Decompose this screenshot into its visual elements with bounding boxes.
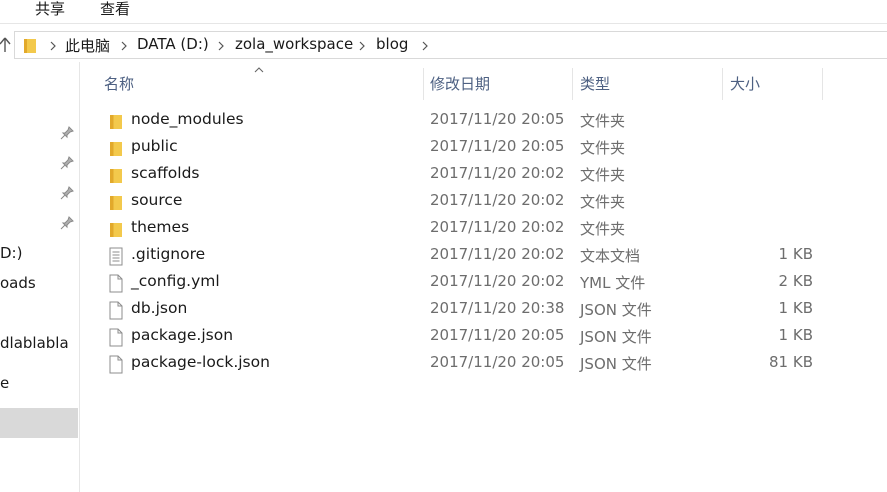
folder-icon	[108, 112, 124, 131]
chevron-right-icon[interactable]	[357, 41, 367, 51]
file-modified-date: 2017/11/20 20:02	[430, 272, 565, 290]
file-type: 文件夹	[580, 166, 626, 184]
file-name: package.json	[131, 326, 234, 344]
file-name: _config.yml	[131, 272, 220, 290]
file-row[interactable]: public 2017/11/20 20:05 文件夹	[100, 135, 820, 162]
nav-item-data-drive[interactable]: D:)	[0, 244, 22, 262]
file-row[interactable]: node_modules 2017/11/20 20:05 文件夹	[100, 108, 820, 135]
file-modified-date: 2017/11/20 20:05	[430, 110, 565, 128]
file-type: JSON 文件	[580, 328, 652, 346]
column-divider[interactable]	[423, 68, 424, 100]
folder-icon	[108, 139, 124, 158]
file-modified-date: 2017/11/20 20:05	[430, 353, 565, 371]
sort-ascending-icon[interactable]	[254, 66, 264, 73]
breadcrumb-blog[interactable]: blog	[376, 35, 408, 53]
pin-icon[interactable]	[60, 126, 74, 140]
column-header-type[interactable]: 类型	[580, 73, 610, 94]
file-row[interactable]: themes 2017/11/20 20:02 文件夹	[100, 216, 820, 243]
column-header-size[interactable]: 大小	[730, 73, 760, 94]
chevron-right-icon[interactable]	[48, 41, 58, 51]
pin-icon[interactable]	[60, 216, 74, 230]
column-header-name[interactable]: 名称	[104, 73, 134, 94]
nav-item-dlablabla[interactable]: dlablabla	[0, 334, 69, 352]
file-type: JSON 文件	[580, 355, 652, 373]
chevron-right-icon[interactable]	[216, 41, 226, 51]
file-size: 1 KB	[778, 299, 813, 317]
chevron-right-icon[interactable]	[420, 41, 430, 51]
tab-share[interactable]: 共享	[35, 0, 65, 19]
breadcrumb-data-drive[interactable]: DATA (D:)	[137, 35, 209, 53]
file-modified-date: 2017/11/20 20:02	[430, 191, 565, 209]
file-name: node_modules	[131, 110, 244, 128]
column-divider[interactable]	[822, 68, 823, 100]
folder-icon	[108, 166, 124, 185]
file-row[interactable]: _config.yml 2017/11/20 20:02 YML 文件 2 KB	[100, 270, 820, 297]
nav-item-downloads[interactable]: oads	[0, 274, 36, 292]
up-arrow-icon[interactable]	[0, 34, 12, 56]
file-name: public	[131, 137, 178, 155]
file-size: 1 KB	[778, 245, 813, 263]
file-icon	[108, 274, 124, 293]
tab-view[interactable]: 查看	[100, 0, 130, 19]
ribbon-tabs: 共享 查看	[0, 0, 887, 24]
file-icon	[108, 355, 124, 374]
file-row[interactable]: source 2017/11/20 20:02 文件夹	[100, 189, 820, 216]
file-modified-date: 2017/11/20 20:02	[430, 164, 565, 182]
file-modified-date: 2017/11/20 20:05	[430, 326, 565, 344]
column-divider[interactable]	[722, 68, 723, 100]
file-size: 1 KB	[778, 326, 813, 344]
file-type: 文件夹	[580, 220, 626, 238]
file-modified-date: 2017/11/20 20:02	[430, 245, 565, 263]
file-icon	[108, 328, 124, 347]
address-bar[interactable]: 此电脑 DATA (D:) zola_workspace blog	[14, 31, 887, 59]
nav-item-selected[interactable]	[0, 408, 78, 438]
file-type: 文件夹	[580, 139, 626, 157]
file-size: 2 KB	[778, 272, 813, 290]
pin-icon[interactable]	[60, 186, 74, 200]
file-type: 文件夹	[580, 193, 626, 211]
file-name: package-lock.json	[131, 353, 270, 371]
file-name: source	[131, 191, 183, 209]
file-type: 文件夹	[580, 112, 626, 130]
file-modified-date: 2017/11/20 20:38	[430, 299, 565, 317]
file-modified-date: 2017/11/20 20:02	[430, 218, 565, 236]
column-header-modified[interactable]: 修改日期	[430, 73, 490, 94]
folder-icon	[24, 39, 36, 53]
file-name: scaffolds	[131, 164, 200, 182]
text-file-icon	[108, 247, 124, 266]
file-type: YML 文件	[580, 274, 646, 292]
breadcrumb-this-pc[interactable]: 此电脑	[65, 35, 110, 56]
folder-icon	[108, 220, 124, 239]
file-name: .gitignore	[131, 245, 206, 263]
file-name: themes	[131, 218, 190, 236]
nav-item-e[interactable]: e	[0, 374, 9, 392]
file-row[interactable]: package-lock.json 2017/11/20 20:05 JSON 文件…	[100, 351, 820, 378]
file-size: 81 KB	[769, 353, 813, 371]
breadcrumb-zola-workspace[interactable]: zola_workspace	[235, 35, 353, 53]
chevron-right-icon[interactable]	[119, 41, 129, 51]
file-name: db.json	[131, 299, 188, 317]
file-row[interactable]: db.json 2017/11/20 20:38 JSON 文件 1 KB	[100, 297, 820, 324]
folder-icon	[108, 193, 124, 212]
file-modified-date: 2017/11/20 20:05	[430, 137, 565, 155]
file-type: JSON 文件	[580, 301, 652, 319]
file-icon	[108, 301, 124, 320]
file-row[interactable]: scaffolds 2017/11/20 20:02 文件夹	[100, 162, 820, 189]
pin-icon[interactable]	[60, 156, 74, 170]
file-type: 文本文档	[580, 247, 641, 265]
navigation-pane: D:) oads dlablabla e	[0, 62, 80, 492]
column-divider[interactable]	[572, 68, 573, 100]
file-row[interactable]: package.json 2017/11/20 20:05 JSON 文件 1 KB	[100, 324, 820, 351]
address-row: 此电脑 DATA (D:) zola_workspace blog	[0, 31, 887, 61]
file-row[interactable]: .gitignore 2017/11/20 20:02 文本文档 1 KB	[100, 243, 820, 270]
